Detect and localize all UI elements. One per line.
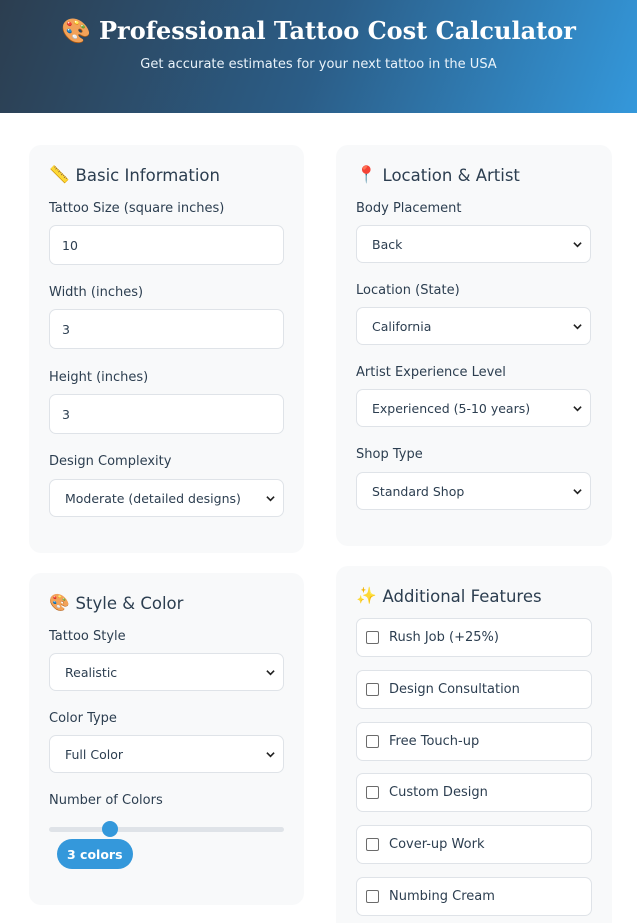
additional-features-card: ✨ Additional Features Rush Job (+25%) De… bbox=[336, 566, 612, 923]
tattoo-style-label: Tattoo Style bbox=[49, 629, 126, 644]
page-title-text: Professional Tattoo Cost Calculator bbox=[99, 16, 576, 45]
feature-design-consultation[interactable]: Design Consultation bbox=[356, 670, 592, 709]
chevron-down-icon bbox=[573, 405, 582, 411]
checkbox[interactable] bbox=[366, 631, 379, 644]
ruler-icon: 📏 bbox=[49, 165, 70, 184]
height-label: Height (inches) bbox=[49, 370, 149, 385]
color-type-select[interactable]: Full Color bbox=[49, 735, 284, 773]
palette-icon: 🎨 bbox=[61, 16, 91, 45]
body-placement-label: Body Placement bbox=[356, 201, 462, 216]
feature-label: Free Touch-up bbox=[389, 734, 480, 749]
number-of-colors-slider-track[interactable] bbox=[49, 827, 284, 832]
feature-custom-design[interactable]: Custom Design bbox=[356, 773, 592, 812]
number-of-colors-badge: 3 colors bbox=[57, 839, 133, 869]
design-complexity-select[interactable]: Moderate (detailed designs) bbox=[49, 479, 284, 517]
artist-experience-select[interactable]: Experienced (5-10 years) bbox=[356, 389, 591, 427]
artist-experience-label: Artist Experience Level bbox=[356, 365, 506, 380]
feature-numbing-cream[interactable]: Numbing Cream bbox=[356, 877, 592, 916]
chevron-down-icon bbox=[266, 751, 275, 757]
width-value: 3 bbox=[62, 321, 70, 337]
feature-label: Design Consultation bbox=[389, 682, 520, 697]
chevron-down-icon bbox=[266, 669, 275, 675]
basic-information-heading: 📏 Basic Information bbox=[49, 165, 220, 185]
height-value: 3 bbox=[62, 406, 70, 422]
sparkles-icon: ✨ bbox=[356, 586, 377, 605]
color-type-value: Full Color bbox=[65, 746, 123, 762]
checkbox[interactable] bbox=[366, 683, 379, 696]
number-of-colors-slider-thumb[interactable] bbox=[102, 821, 119, 837]
tattoo-style-value: Realistic bbox=[65, 664, 118, 680]
state-value: California bbox=[372, 318, 432, 334]
additional-features-title: Additional Features bbox=[382, 586, 542, 606]
width-input[interactable]: 3 bbox=[49, 309, 284, 349]
feature-label: Numbing Cream bbox=[389, 889, 495, 904]
tattoo-style-select[interactable]: Realistic bbox=[49, 653, 284, 691]
number-of-colors-label: Number of Colors bbox=[49, 793, 163, 808]
tattoo-size-input[interactable]: 10 bbox=[49, 225, 284, 265]
tattoo-size-value: 10 bbox=[62, 237, 78, 253]
chevron-down-icon bbox=[573, 241, 582, 247]
checkbox[interactable] bbox=[366, 786, 379, 799]
feature-label: Rush Job (+25%) bbox=[389, 630, 499, 645]
palette-icon: 🎨 bbox=[49, 593, 70, 612]
location-artist-heading: 📍 Location & Artist bbox=[356, 165, 520, 185]
chevron-down-icon bbox=[573, 323, 582, 329]
location-artist-card: 📍 Location & Artist Body Placement Back … bbox=[336, 145, 612, 546]
style-color-heading: 🎨 Style & Color bbox=[49, 593, 183, 613]
artist-experience-value: Experienced (5-10 years) bbox=[372, 400, 531, 416]
page-subtitle: Get accurate estimates for your next tat… bbox=[140, 57, 497, 72]
feature-label: Cover-up Work bbox=[389, 837, 485, 852]
color-type-label: Color Type bbox=[49, 711, 117, 726]
design-complexity-value: Moderate (detailed designs) bbox=[65, 490, 241, 506]
pin-icon: 📍 bbox=[356, 165, 377, 184]
body-placement-value: Back bbox=[372, 236, 403, 252]
page-title: 🎨 Professional Tattoo Cost Calculator bbox=[0, 16, 637, 45]
feature-free-touch-up[interactable]: Free Touch-up bbox=[356, 722, 592, 761]
location-artist-title: Location & Artist bbox=[382, 165, 520, 185]
basic-information-title: Basic Information bbox=[75, 165, 220, 185]
design-complexity-label: Design Complexity bbox=[49, 454, 172, 469]
checkbox[interactable] bbox=[366, 890, 379, 903]
checkbox[interactable] bbox=[366, 838, 379, 851]
style-color-card: 🎨 Style & Color Tattoo Style Realistic C… bbox=[29, 573, 304, 905]
state-label: Location (State) bbox=[356, 283, 460, 298]
shop-type-value: Standard Shop bbox=[372, 483, 465, 499]
page-header: 🎨 Professional Tattoo Cost Calculator Ge… bbox=[0, 0, 637, 113]
feature-cover-up-work[interactable]: Cover-up Work bbox=[356, 825, 592, 864]
state-select[interactable]: California bbox=[356, 307, 591, 345]
shop-type-select[interactable]: Standard Shop bbox=[356, 472, 591, 510]
width-label: Width (inches) bbox=[49, 285, 144, 300]
chevron-down-icon bbox=[573, 488, 582, 494]
style-color-title: Style & Color bbox=[75, 593, 184, 613]
feature-label: Custom Design bbox=[389, 785, 488, 800]
shop-type-label: Shop Type bbox=[356, 447, 423, 462]
body-placement-select[interactable]: Back bbox=[356, 225, 591, 263]
checkbox[interactable] bbox=[366, 735, 379, 748]
feature-rush-job[interactable]: Rush Job (+25%) bbox=[356, 618, 592, 657]
chevron-down-icon bbox=[266, 495, 275, 501]
additional-features-heading: ✨ Additional Features bbox=[356, 586, 542, 606]
tattoo-size-label: Tattoo Size (square inches) bbox=[49, 201, 225, 216]
basic-information-card: 📏 Basic Information Tattoo Size (square … bbox=[29, 145, 304, 553]
height-input[interactable]: 3 bbox=[49, 394, 284, 434]
